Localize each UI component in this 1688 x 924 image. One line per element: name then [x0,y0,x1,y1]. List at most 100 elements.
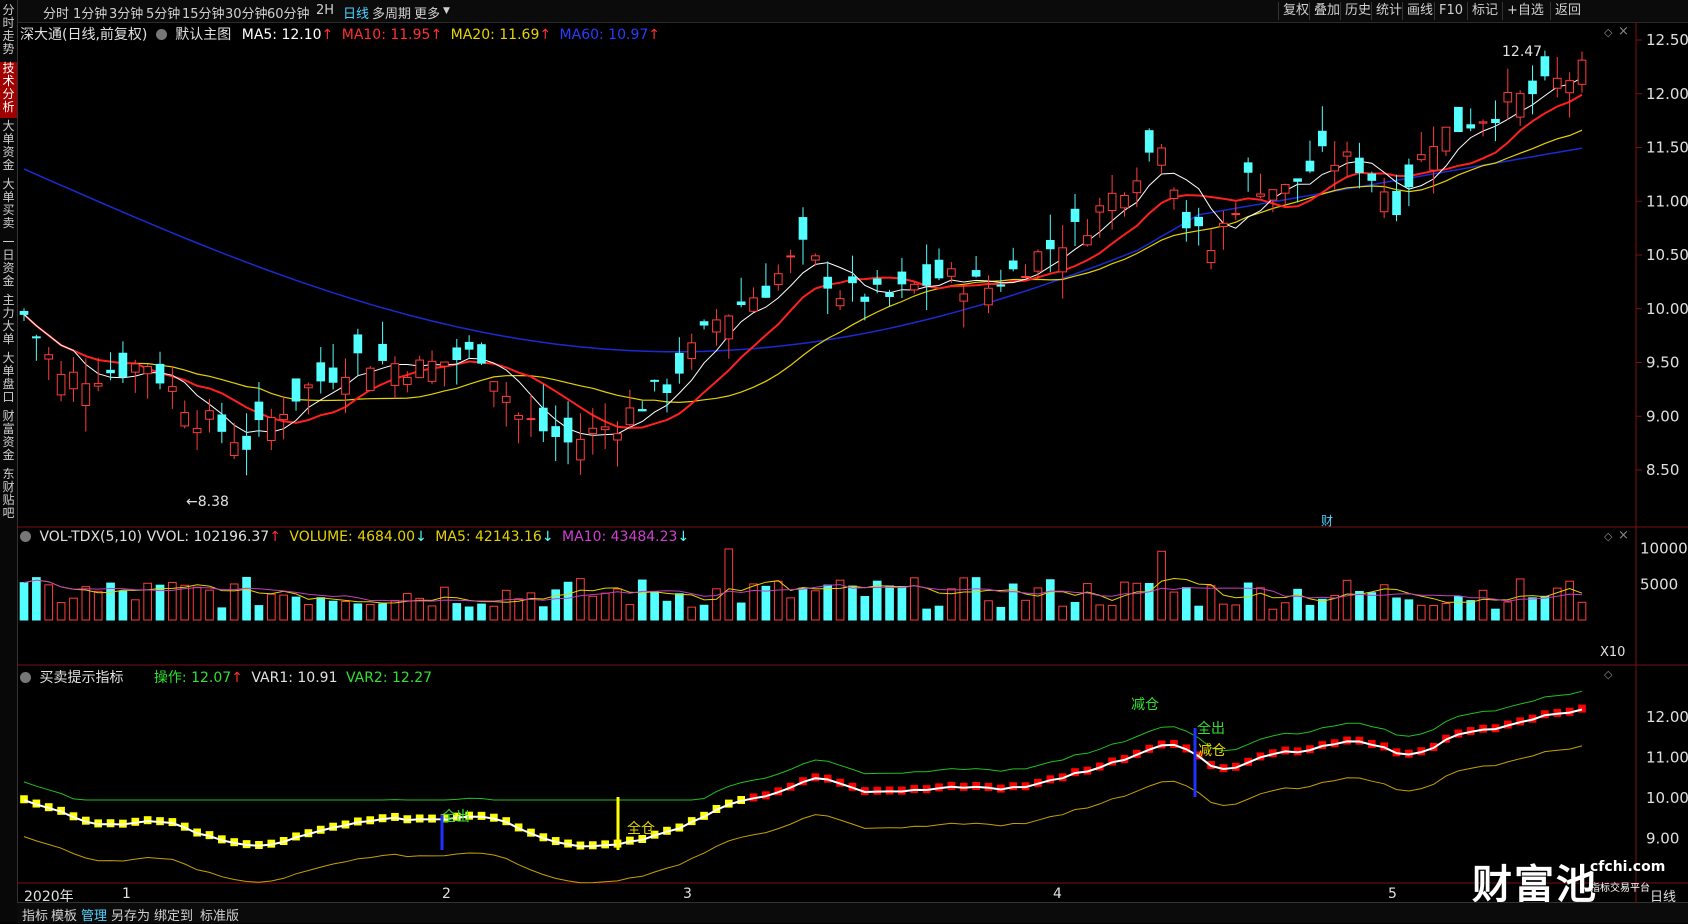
volume-bar [44,584,54,621]
volume-bar [180,584,190,621]
kline-chart[interactable]: 12.50 12.00 11.50 11.00 10.50 10.00 9.50 9.00 8.… [0,0,1688,922]
volume-bar [1478,589,1488,621]
indicator-button[interactable]: 指标 [22,905,48,924]
indicator-bottom-bar: 指标 模板 管理 另存为 绑定到 标准版 [17,902,1688,924]
signal-label-buyall: 全仓 [627,821,655,837]
x-axis-month-1: 1 [122,886,131,902]
candle-body [576,438,585,461]
ma60-value: MA60: 10.97 [559,27,649,43]
candle-body [452,347,462,361]
manage-button[interactable]: 管理 [81,905,107,924]
panel-collapse-icon[interactable]: ◇ [1604,26,1612,39]
candle-body [1293,178,1302,182]
candle-body [637,409,647,412]
volume-bar [464,606,474,621]
candle-body [514,414,523,420]
up-arrow-icon: ↑ [648,27,660,43]
up-arrow-icon: ↑ [430,27,443,43]
volume-indicator-name[interactable]: VOL-TDX(5,10) [39,529,142,545]
volume-bar [81,586,91,621]
volume-bar [1441,603,1451,621]
x-axis-month-4: 4 [1053,886,1062,902]
candle-body [353,334,363,354]
candle-body [242,435,251,450]
volume-bar [934,605,944,621]
volume-bar [353,603,363,621]
volume-header: VOL-TDX(5,10) VVOL: 102196.37↑ VOLUME: 4… [20,529,689,545]
y-axis-label: 9.00 [1646,407,1679,425]
candle-body [1392,190,1401,216]
panel-collapse-icon[interactable]: ◇ [1604,530,1612,543]
settings-icon[interactable] [20,672,31,683]
y-axis-label: 9.50 [1646,354,1679,372]
standard-edition-button[interactable]: 标准版 [200,905,239,924]
volume-bar [1540,595,1550,621]
volume-bar [1083,583,1092,621]
volume-bar [600,592,610,621]
candle-body [106,369,115,374]
x-axis-month-2: 2 [442,886,451,902]
candle-body [1169,189,1179,199]
candle-body [1454,106,1463,133]
panel-collapse-icon[interactable]: ◇ [1604,668,1612,681]
candle-body [897,271,907,285]
candle-body [1181,211,1191,229]
signal-indicator-name[interactable]: 买卖提示指标 [39,670,123,686]
down-arrow-icon: ↓ [677,529,690,545]
candle-body [736,301,746,306]
candle-body [1083,235,1092,246]
bind-to-button[interactable]: 绑定到 [154,905,193,924]
settings-icon[interactable] [155,29,167,40]
candle-body [675,352,684,374]
candle-body [1045,240,1055,250]
candle-body [773,273,783,285]
candle-body [1565,80,1574,94]
up-arrow-icon: ↑ [231,670,243,686]
main-chart-header: 深大通(日线,前复权) 默认主图 MA5: 12.10↑ MA10: 11.95… [20,24,660,44]
signal-label-reduce-2: 减仓 [1198,743,1226,759]
candle-body [180,412,190,427]
volume-bar [1565,580,1574,621]
template-button[interactable]: 模板 [51,905,77,924]
candle-body [266,416,276,441]
volume-bar [1404,599,1414,621]
volume-bar [1429,605,1438,621]
stock-title[interactable]: 深大通(日线,前复权) [20,27,147,43]
volume-bar [1157,550,1166,621]
volume-bar [1120,581,1129,621]
signal-header: 买卖提示指标 操作: 12.07↑ VAR1: 10.91 VAR2: 12.2… [20,667,432,687]
candle-body [934,259,944,279]
candle-body [1231,213,1241,216]
candle-body [229,442,239,456]
settings-icon[interactable] [20,531,31,542]
candle-body [835,298,845,307]
panel-close-icon[interactable]: × [1618,528,1629,543]
y-axis-label: 11.00 [1646,749,1688,767]
volume-bar [1033,587,1043,621]
y-axis-label: 11.00 [1646,192,1688,210]
volume-bar [1169,591,1179,621]
up-arrow-icon: ↑ [539,27,552,43]
candle-body [205,410,214,420]
news-marker-icon[interactable]: 财 [1321,512,1333,529]
candle-body [464,341,474,350]
candle-body [811,255,820,261]
var1-line [23,745,1583,884]
template-name[interactable]: 默认主图 [175,27,231,43]
volume-bar [1491,608,1500,621]
save-as-button[interactable]: 另存为 [111,905,150,924]
y-axis: 12.50 12.00 11.50 11.00 10.50 10.00 9.50 9.00 8.… [1636,31,1688,848]
candle-body [712,319,721,333]
candle-body [1157,147,1166,166]
volume-bar [1070,601,1080,621]
candle-body [959,293,969,302]
candle-body [192,427,202,434]
vol-ma5-value: MA5: 42143.16 [435,529,542,545]
panel-close-icon[interactable]: × [1618,24,1629,39]
candle-body [687,342,697,359]
volume-bar [675,593,684,621]
volume-bar [1280,602,1290,621]
up-arrow-icon: ↑ [321,27,334,43]
volume-bar [316,597,326,621]
candle-body [415,359,425,379]
